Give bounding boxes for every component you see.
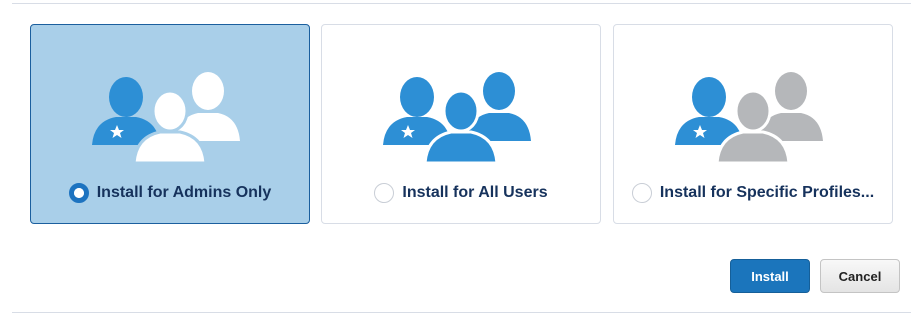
top-divider [12, 3, 911, 4]
option-card-all-users[interactable]: Install for All Users [321, 24, 601, 224]
option-label-all-users: Install for All Users [402, 184, 548, 201]
cancel-button[interactable]: Cancel [820, 259, 900, 293]
radio-admins-only[interactable] [68, 183, 89, 203]
radio-specific-profiles[interactable] [631, 183, 652, 203]
option-card-specific-profiles[interactable]: Install for Specific Profiles... [613, 24, 893, 224]
specific-profiles-icon [673, 69, 833, 165]
option-label-specific-profiles: Install for Specific Profiles... [659, 184, 875, 201]
admins-only-icon [90, 69, 250, 165]
radio-all-users[interactable] [374, 183, 395, 203]
radio-row-specific-profiles[interactable]: Install for Specific Profiles... [614, 181, 892, 205]
option-card-admins-only[interactable]: Install for Admins Only [30, 24, 310, 224]
option-label-admins-only: Install for Admins Only [96, 184, 272, 201]
all-users-icon [381, 69, 541, 165]
install-button[interactable]: Install [730, 259, 810, 293]
radio-row-admins-only[interactable]: Install for Admins Only [31, 181, 309, 205]
radio-row-all-users[interactable]: Install for All Users [322, 181, 600, 205]
install-options-page: Install for Admins Only Install for All … [0, 0, 923, 316]
bottom-divider [12, 312, 911, 313]
